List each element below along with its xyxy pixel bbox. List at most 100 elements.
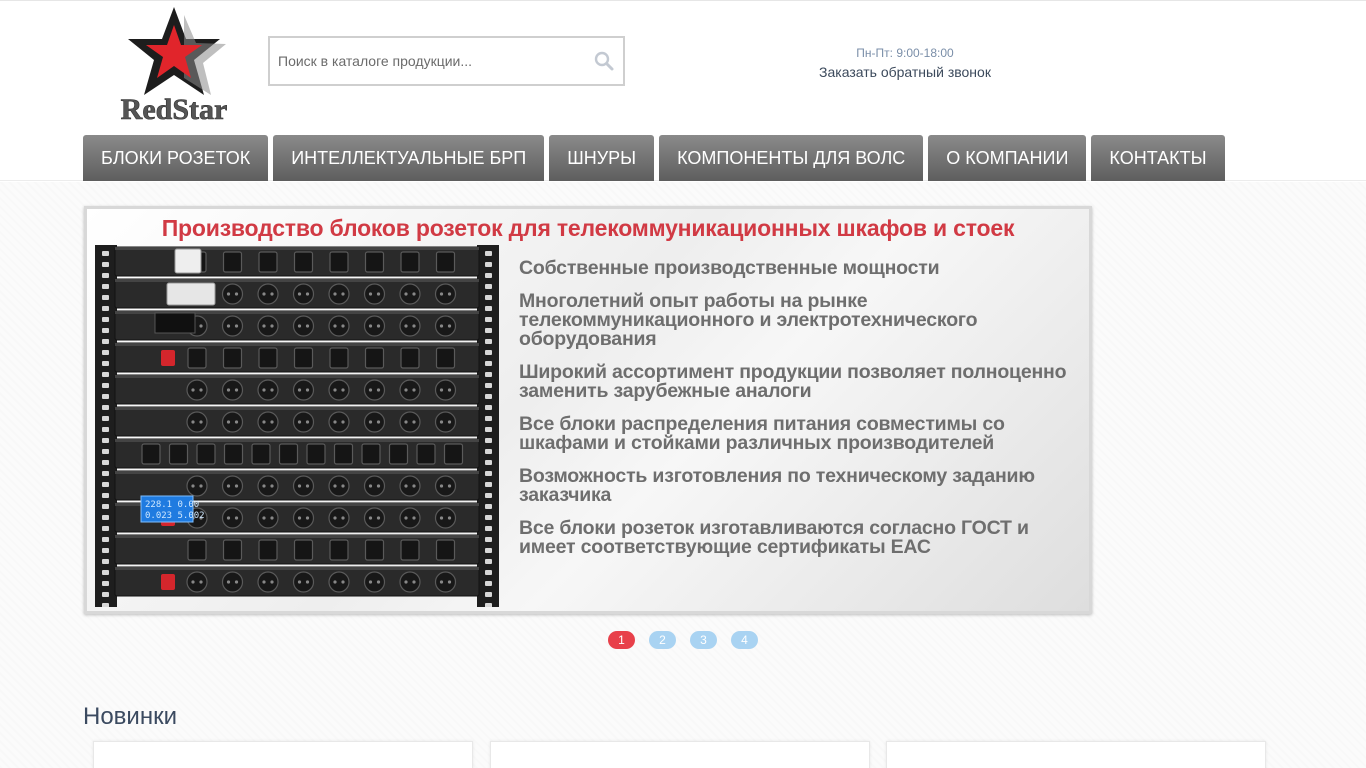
rack-hole: [102, 592, 109, 597]
socket-pin: [226, 324, 231, 328]
slider-dot-1[interactable]: 1: [608, 631, 635, 649]
nav-item-contacts[interactable]: КОНТАКТЫ: [1091, 135, 1225, 181]
promo-banner[interactable]: Производство блоков розеток для телекомм…: [84, 206, 1092, 614]
socket-pin: [234, 292, 239, 296]
banner-features: Собственные производственные мощности Мн…: [519, 258, 1089, 571]
slider-dot-4[interactable]: 4: [731, 631, 758, 649]
product-card[interactable]: [490, 741, 870, 768]
socket-pin: [368, 516, 373, 520]
rack-hole: [485, 438, 492, 443]
socket-pin: [270, 324, 274, 328]
rack-hole: [102, 306, 109, 311]
nav-item-power-strips[interactable]: БЛОКИ РОЗЕТОК: [83, 135, 269, 181]
socket-pin: [226, 388, 231, 392]
socket-pin: [333, 292, 337, 296]
socket-pin: [368, 292, 373, 296]
socket: [292, 507, 315, 529]
socket: [257, 507, 279, 529]
socket: [399, 411, 421, 433]
socket: [328, 283, 350, 305]
socket: [186, 411, 208, 433]
socket: [257, 571, 279, 593]
socket: [257, 379, 279, 401]
search-input[interactable]: [270, 38, 580, 84]
socket: [251, 443, 271, 465]
socket-pin: [199, 420, 203, 424]
rack-hole: [102, 449, 109, 454]
socket-pin: [404, 516, 408, 520]
socket: [221, 315, 244, 337]
socket: [221, 283, 244, 305]
socket: [292, 379, 315, 401]
socket-pin: [368, 388, 373, 392]
banner-feature: Все блоки распределения питания совмести…: [519, 413, 1005, 454]
socket: [434, 315, 457, 337]
contact-block: Пн-Пт: 9:00-18:00 Заказать обратный звон…: [780, 46, 1030, 82]
socket-pin: [297, 388, 302, 392]
socket: [186, 571, 208, 593]
rack-hole: [102, 361, 109, 366]
rack-hole: [485, 350, 492, 355]
socket-pin: [404, 420, 408, 424]
pdu-unit-highlight: [115, 407, 479, 410]
socket-pin: [234, 516, 239, 520]
rack-hole: [485, 262, 492, 267]
power-switch: [161, 574, 175, 590]
product-card[interactable]: [886, 741, 1266, 768]
nav-item-about[interactable]: О КОМПАНИИ: [928, 135, 1087, 181]
rack-hole: [102, 482, 109, 487]
pdu-unit-highlight: [115, 343, 479, 346]
rack-hole: [102, 372, 109, 377]
socket-pin: [368, 420, 373, 424]
socket-pin: [412, 324, 416, 328]
socket: [363, 507, 386, 529]
rack-hole: [485, 449, 492, 454]
socket-pin: [439, 516, 444, 520]
socket-pin: [262, 580, 266, 584]
power-switch: [161, 350, 175, 366]
socket-pin: [376, 420, 381, 424]
nav-item-cords[interactable]: ШНУРЫ: [549, 135, 655, 181]
pdu-unit-highlight: [115, 471, 479, 474]
socket: [328, 315, 350, 337]
rack-hole: [485, 317, 492, 322]
socket: [434, 475, 457, 497]
logo[interactable]: RedStar: [112, 5, 240, 123]
nav-item-smart-pdu[interactable]: ИНТЕЛЛЕКТУАЛЬНЫЕ БРП: [273, 135, 545, 181]
socket: [434, 411, 457, 433]
socket-pin: [305, 388, 310, 392]
socket: [329, 539, 349, 561]
socket: [399, 507, 421, 529]
socket-pin: [376, 516, 381, 520]
socket-pin: [333, 324, 337, 328]
socket: [257, 315, 279, 337]
socket-pin: [262, 420, 266, 424]
rack-hole: [485, 559, 492, 564]
socket: [222, 251, 243, 273]
news-section-title: Новинки: [83, 703, 177, 730]
slider-dot-3[interactable]: 3: [690, 631, 717, 649]
socket: [328, 475, 350, 497]
socket-pin: [305, 292, 310, 296]
rack-hole: [102, 317, 109, 322]
nav-item-fiber-components[interactable]: КОМПОНЕНТЫ ДЛЯ ВОЛС: [659, 135, 924, 181]
socket: [434, 507, 457, 529]
search-button[interactable]: [593, 50, 615, 72]
socket: [329, 347, 349, 369]
socket-pin: [333, 516, 337, 520]
slider-dot-2[interactable]: 2: [649, 631, 676, 649]
rack-hole: [485, 537, 492, 542]
search-box: [268, 36, 625, 86]
socket-pin: [412, 484, 416, 488]
rack-hole: [485, 603, 492, 607]
socket-pin: [199, 580, 203, 584]
socket-pin: [226, 292, 231, 296]
rack-hole: [102, 383, 109, 388]
rack-hole: [102, 570, 109, 575]
socket-pin: [305, 420, 310, 424]
socket-pin: [270, 420, 274, 424]
product-card[interactable]: [93, 741, 473, 768]
banner-feature: Многолетний опыт работы на рынке телеком…: [519, 290, 978, 350]
callback-link[interactable]: Заказать обратный звонок: [819, 62, 991, 82]
socket: [388, 443, 409, 465]
